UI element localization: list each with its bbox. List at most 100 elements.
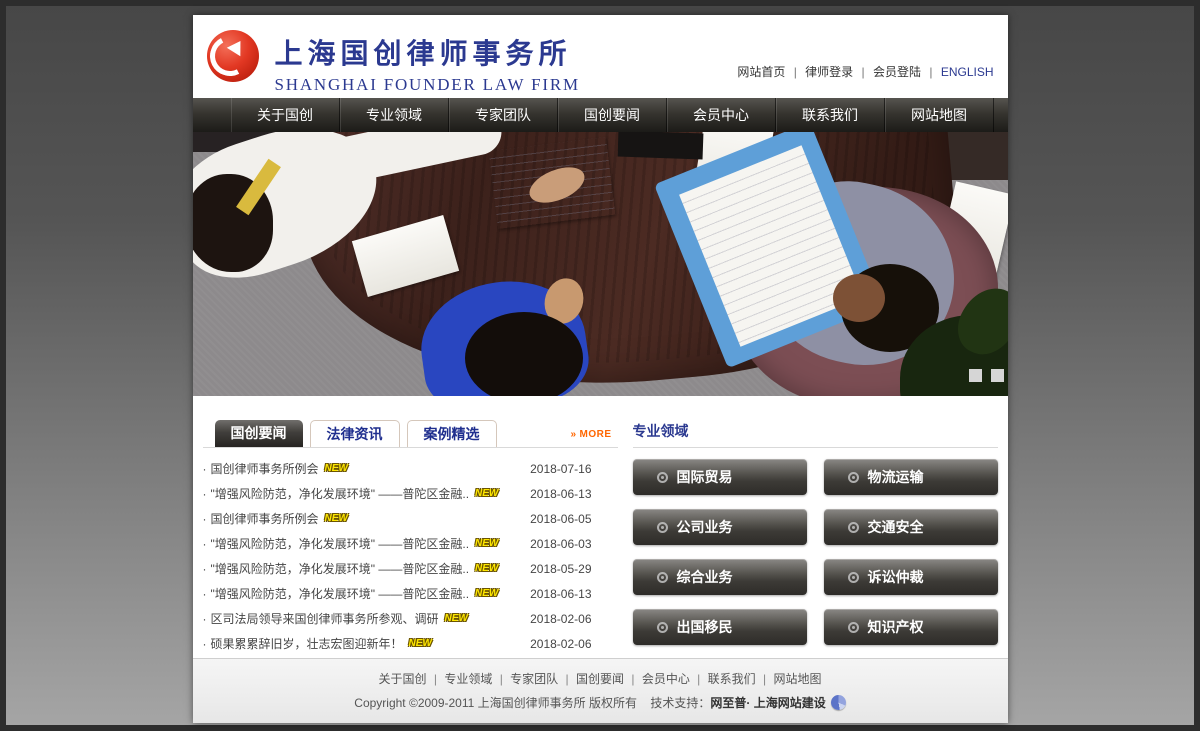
nav-item-about[interactable]: 关于国创	[231, 98, 340, 132]
nav-item-founder-news[interactable]: 国创要闻	[558, 98, 667, 132]
news-title[interactable]: "增强风险防范，净化发展环境" ——普陀区金融..	[211, 560, 470, 577]
copyright-text: Copyright ©2009-2011 上海国创律师事务所 版权所有	[354, 696, 637, 710]
new-badge: NEW	[475, 538, 498, 549]
news-date: 2018-02-06	[530, 637, 591, 651]
footer-link-about[interactable]: 关于国创	[379, 672, 427, 686]
news-title[interactable]: "增强风险防范，净化发展环境" ——普陀区金融..	[211, 485, 470, 502]
footer-links: 关于国创 | 专业领域 | 专家团队 | 国创要闻 | 会员中心 | 联系我们 …	[193, 670, 1008, 687]
nav-item-contact-us[interactable]: 联系我们	[776, 98, 885, 132]
news-row: · 区司法局领导来国创律师事务所参观、调研 NEW 2018-02-06	[203, 606, 618, 631]
news-date: 2018-06-13	[530, 587, 591, 601]
main-nav: 关于国创 专业领域 专家团队 国创要闻 会员中心 联系我们 网站地图	[193, 98, 1008, 132]
footer-link-practice-areas[interactable]: 专业领域	[444, 672, 492, 686]
new-badge: NEW	[475, 588, 498, 599]
bullet-icon: ·	[203, 462, 207, 476]
top-link-home[interactable]: 网站首页	[737, 65, 785, 79]
hero-slider-photo	[193, 132, 1008, 396]
news-date: 2018-06-13	[530, 487, 591, 501]
more-label: MORE	[580, 429, 612, 440]
news-title[interactable]: 硕果累累辞旧岁，壮志宏图迎新年！	[211, 635, 403, 652]
service-label: 诉讼仲裁	[868, 567, 924, 587]
service-label: 物流运输	[868, 467, 924, 487]
service-label: 综合业务	[677, 567, 733, 587]
nav-item-expert-team[interactable]: 专家团队	[449, 98, 558, 132]
target-circle-icon	[848, 572, 859, 583]
footer-link-expert-team[interactable]: 专家团队	[510, 672, 558, 686]
page: 上海国创律师事务所 SHANGHAI FOUNDER LAW FIRM 网站首页…	[193, 15, 1008, 723]
top-link-member-login[interactable]: 会员登陆	[873, 65, 921, 79]
service-button-intellectual-property[interactable]: 知识产权	[824, 609, 998, 645]
target-circle-icon	[657, 522, 668, 533]
services-column: 专业领域 国际贸易 物流运输 公司业务 交通安全 综合业务 诉讼仲裁 出国移民 …	[633, 420, 998, 658]
news-tabs: 国创要闻 法律资讯 案例精选 » MORE	[203, 420, 618, 448]
footer-link-sitemap[interactable]: 网站地图	[773, 672, 821, 686]
bullet-icon: ·	[203, 637, 207, 651]
header: 上海国创律师事务所 SHANGHAI FOUNDER LAW FIRM 网站首页…	[193, 15, 1008, 98]
footer-link-member-center[interactable]: 会员中心	[642, 672, 690, 686]
news-title[interactable]: "增强风险防范，净化发展环境" ——普陀区金融..	[211, 585, 470, 602]
new-badge: NEW	[445, 613, 468, 624]
news-date: 2018-07-16	[530, 462, 591, 476]
service-button-logistics[interactable]: 物流运输	[824, 459, 998, 495]
target-circle-icon	[657, 622, 668, 633]
bullet-icon: ·	[203, 562, 207, 576]
pie-chart-icon	[831, 695, 846, 710]
separator: |	[862, 65, 865, 79]
footer-link-contact-us[interactable]: 联系我们	[708, 672, 756, 686]
news-list: · 国创律师事务所例会 NEW 2018-07-16 · "增强风险防范，净化发…	[203, 456, 618, 656]
slider-dot-1[interactable]	[969, 369, 982, 382]
service-button-general-practice[interactable]: 综合业务	[633, 559, 807, 595]
service-label: 出国移民	[677, 617, 733, 637]
service-button-corporate[interactable]: 公司业务	[633, 509, 807, 545]
slider-pagination	[960, 369, 1004, 382]
top-link-english[interactable]: ENGLISH	[941, 65, 994, 79]
nav-item-sitemap[interactable]: 网站地图	[885, 98, 994, 132]
news-title[interactable]: "增强风险防范，净化发展环境" ——普陀区金融..	[211, 535, 470, 552]
footer: 关于国创 | 专业领域 | 专家团队 | 国创要闻 | 会员中心 | 联系我们 …	[193, 658, 1008, 723]
news-title[interactable]: 国创律师事务所例会	[211, 460, 319, 477]
separator: |	[631, 672, 634, 686]
separator: |	[434, 672, 437, 686]
top-link-lawyer-login[interactable]: 律师登录	[805, 65, 853, 79]
target-circle-icon	[657, 472, 668, 483]
hero-person-face	[833, 274, 885, 322]
browser-viewport: 上海国创律师事务所 SHANGHAI FOUNDER LAW FIRM 网站首页…	[0, 0, 1200, 731]
news-row: · 国创律师事务所例会 NEW 2018-06-05	[203, 506, 618, 531]
new-badge: NEW	[409, 638, 432, 649]
service-button-litigation-arbitration[interactable]: 诉讼仲裁	[824, 559, 998, 595]
news-date: 2018-05-29	[530, 562, 591, 576]
target-circle-icon	[848, 522, 859, 533]
tab-founder-news[interactable]: 国创要闻	[215, 420, 303, 447]
top-links: 网站首页 | 律师登录 | 会员登陆 | ENGLISH	[737, 63, 993, 80]
news-row: · "增强风险防范，净化发展环境" ——普陀区金融.. NEW 2018-06-…	[203, 581, 618, 606]
service-button-international-trade[interactable]: 国际贸易	[633, 459, 807, 495]
nav-item-practice-areas[interactable]: 专业领域	[340, 98, 449, 132]
target-circle-icon	[848, 472, 859, 483]
service-label: 知识产权	[868, 617, 924, 637]
tech-support-link[interactable]: 网至普· 上海网站建设	[710, 696, 825, 710]
news-column: 国创要闻 法律资讯 案例精选 » MORE · 国创律师事务所例会 NEW 201…	[203, 420, 618, 658]
separator: |	[500, 672, 503, 686]
news-title[interactable]: 国创律师事务所例会	[211, 510, 319, 527]
news-row: · 国创律师事务所例会 NEW 2018-07-16	[203, 456, 618, 481]
service-label: 交通安全	[868, 517, 924, 537]
news-row: · 硕果累累辞旧岁，壮志宏图迎新年！ NEW 2018-02-06	[203, 631, 618, 656]
copyright-row: Copyright ©2009-2011 上海国创律师事务所 版权所有 技术支持…	[193, 694, 1008, 711]
logo[interactable]: 上海国创律师事务所 SHANGHAI FOUNDER LAW FIRM	[207, 28, 580, 95]
news-row: · "增强风险防范，净化发展环境" ——普陀区金融.. NEW 2018-06-…	[203, 481, 618, 506]
service-button-traffic-safety[interactable]: 交通安全	[824, 509, 998, 545]
logo-icon	[207, 30, 259, 82]
news-title[interactable]: 区司法局领导来国创律师事务所参观、调研	[211, 610, 439, 627]
news-date: 2018-06-03	[530, 537, 591, 551]
more-link[interactable]: » MORE	[570, 429, 611, 440]
new-badge: NEW	[325, 513, 348, 524]
slider-dot-2[interactable]	[991, 369, 1004, 382]
tab-legal-info[interactable]: 法律资讯	[310, 420, 400, 447]
chevron-right-icon: »	[570, 429, 576, 440]
news-row: · "增强风险防范，净化发展环境" ——普陀区金融.. NEW 2018-05-…	[203, 556, 618, 581]
service-button-emigration[interactable]: 出国移民	[633, 609, 807, 645]
footer-link-founder-news[interactable]: 国创要闻	[576, 672, 624, 686]
services-grid: 国际贸易 物流运输 公司业务 交通安全 综合业务 诉讼仲裁 出国移民 知识产权	[633, 459, 998, 645]
nav-item-member-center[interactable]: 会员中心	[667, 98, 776, 132]
tab-selected-cases[interactable]: 案例精选	[407, 420, 497, 447]
